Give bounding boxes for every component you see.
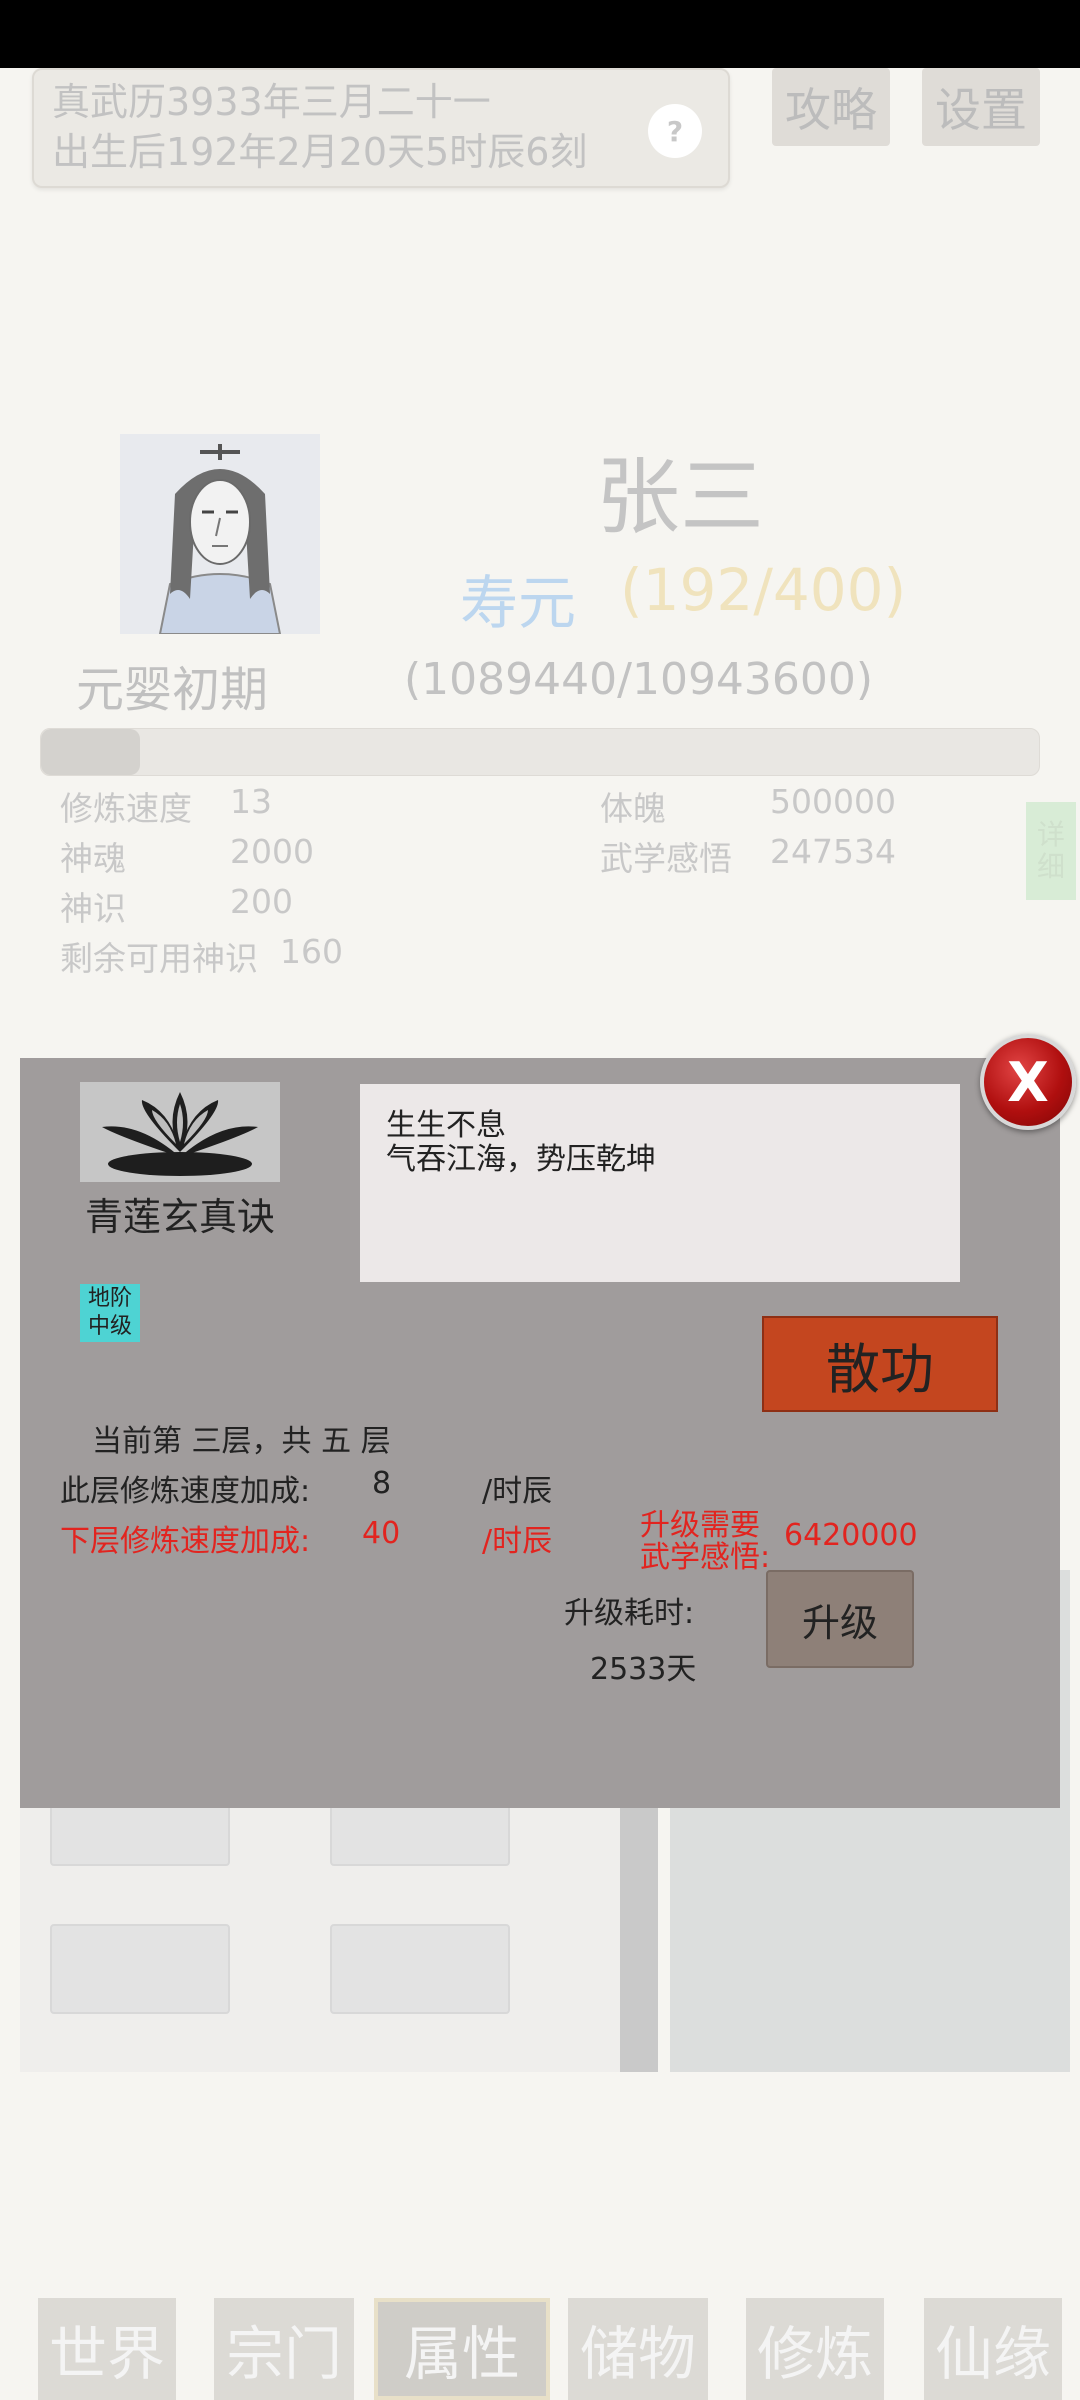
stat-value-insight: 247534 xyxy=(770,832,896,871)
stat-value-soul: 2000 xyxy=(230,832,314,871)
progress-fill xyxy=(41,729,141,775)
upgrade-time-value: 2533天 xyxy=(590,1652,697,1687)
lifespan-value: (192/400) xyxy=(620,556,907,624)
lotus-icon xyxy=(80,1082,280,1182)
detail-button[interactable]: 详 细 xyxy=(1026,802,1076,900)
upgrade-time-label: 升级耗时: xyxy=(564,1596,695,1631)
upgrade-need-value: 6420000 xyxy=(784,1518,918,1553)
guide-button[interactable]: 攻略 xyxy=(772,68,890,146)
cultivation-realm: 元婴初期 xyxy=(76,662,269,718)
stat-value-sense: 200 xyxy=(230,882,293,921)
this-layer-unit: /时辰 xyxy=(482,1474,553,1509)
detail-label-2: 细 xyxy=(1036,850,1065,883)
grade-line-2: 中级 xyxy=(87,1314,132,1339)
help-icon[interactable]: ? xyxy=(648,104,702,158)
status-bar xyxy=(0,0,1080,68)
character-portrait xyxy=(120,434,320,634)
detail-label-1: 详 xyxy=(1036,818,1065,851)
stat-value-speed: 13 xyxy=(230,782,272,821)
character-name: 张三 xyxy=(595,448,764,546)
close-icon[interactable]: X xyxy=(980,1034,1076,1130)
tab-attributes[interactable]: 属性 xyxy=(374,2298,550,2400)
description-line-2: 气吞江海，势压乾坤 xyxy=(386,1142,656,1177)
settings-button[interactable]: 设置 xyxy=(922,68,1040,146)
cultivation-progress-bar xyxy=(40,728,1040,776)
stat-value-body: 500000 xyxy=(770,782,896,821)
next-layer-value: 40 xyxy=(362,1516,401,1551)
stat-label-sense: 神识 xyxy=(60,889,126,928)
tab-fortune[interactable]: 仙缘 xyxy=(924,2298,1062,2400)
current-layer: 当前第 三层，共 五 层 xyxy=(92,1424,391,1459)
tab-cultivate[interactable]: 修炼 xyxy=(746,2298,884,2400)
stat-label-speed: 修炼速度 xyxy=(60,789,192,828)
calendar-date: 真武历3933年三月二十一 xyxy=(52,80,491,124)
this-layer-label: 此层修炼速度加成: xyxy=(60,1474,311,1509)
upgrade-button[interactable]: 升级 xyxy=(766,1570,914,1668)
stat-label-insight: 武学感悟 xyxy=(600,839,732,878)
next-layer-label: 下层修炼速度加成: xyxy=(60,1524,311,1559)
skill-name: 青莲玄真诀 xyxy=(84,1195,275,1239)
tab-world[interactable]: 世界 xyxy=(38,2298,176,2400)
disperse-skill-button[interactable]: 散功 xyxy=(762,1316,998,1412)
lifespan-label: 寿元 xyxy=(460,569,577,637)
skill-slot[interactable] xyxy=(330,1924,510,2014)
this-layer-value: 8 xyxy=(372,1466,392,1501)
tab-sect[interactable]: 宗门 xyxy=(214,2298,354,2400)
cultivation-exp: (1089440/10943600) xyxy=(404,654,874,705)
skill-slot[interactable] xyxy=(50,1924,230,2014)
skill-grade-badge: 地阶 中级 xyxy=(80,1284,140,1342)
tab-storage[interactable]: 储物 xyxy=(568,2298,708,2400)
stat-label-free-sense: 剩余可用神识 xyxy=(60,939,258,978)
stat-label-soul: 神魂 xyxy=(60,839,126,878)
next-layer-unit: /时辰 xyxy=(482,1524,553,1559)
date-panel: 真武历3933年三月二十一 出生后192年2月20天5时辰6刻 ? xyxy=(32,68,730,188)
stat-value-free-sense: 160 xyxy=(280,932,343,971)
grade-line-1: 地阶 xyxy=(87,1286,132,1311)
stat-label-body: 体魄 xyxy=(600,789,666,828)
upgrade-need-label-2: 武学感悟: xyxy=(640,1540,771,1575)
skill-description: 生生不息 气吞江海，势压乾坤 xyxy=(360,1084,960,1282)
age-since-birth: 出生后192年2月20天5时辰6刻 xyxy=(52,130,588,174)
